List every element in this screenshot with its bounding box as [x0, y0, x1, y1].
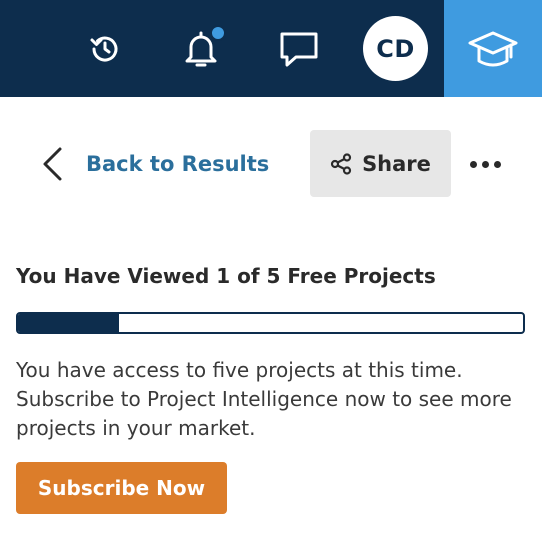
notification-badge	[210, 25, 226, 41]
back-to-results-link[interactable]: Back to Results	[40, 140, 269, 188]
free-projects-progress-bar	[16, 312, 525, 334]
back-to-results-label: Back to Results	[86, 152, 270, 176]
subscribe-now-button[interactable]: Subscribe Now	[16, 462, 227, 514]
share-icon	[330, 152, 352, 175]
top-navigation-bar: CD	[0, 0, 542, 97]
chevron-left-icon	[43, 147, 62, 181]
user-avatar[interactable]: CD	[363, 16, 428, 81]
messages-button[interactable]	[272, 0, 326, 97]
graduation-cap-icon	[468, 31, 518, 66]
notifications-button[interactable]	[176, 0, 226, 97]
more-options-button[interactable]	[462, 146, 508, 182]
share-label: Share	[362, 151, 431, 176]
history-button[interactable]	[80, 0, 130, 97]
paywall-description: You have access to five projects at this…	[16, 358, 512, 440]
history-icon	[90, 36, 118, 62]
share-button[interactable]: Share	[310, 130, 451, 197]
more-horizontal-icon	[469, 160, 477, 168]
academy-button[interactable]	[444, 0, 542, 97]
free-projects-title: You Have Viewed 1 of 5 Free Projects	[16, 264, 436, 288]
progress-fill	[18, 314, 119, 332]
avatar-initials: CD	[376, 34, 415, 63]
chat-icon	[280, 32, 318, 66]
